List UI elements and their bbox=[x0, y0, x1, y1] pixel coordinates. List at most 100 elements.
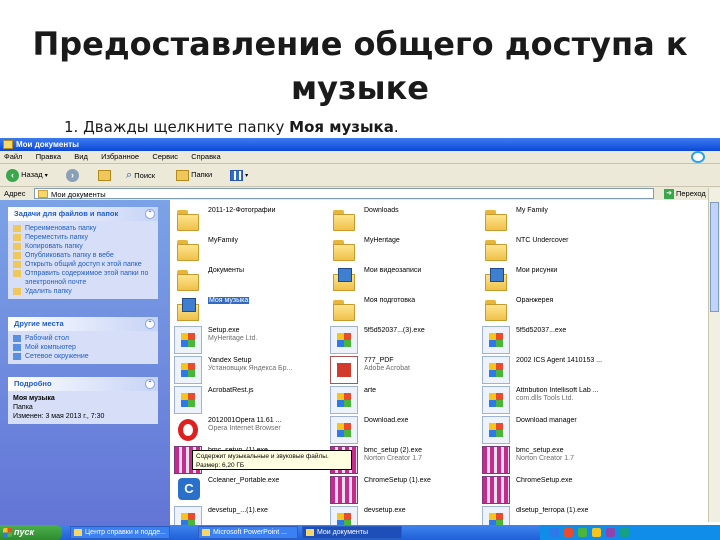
details-header[interactable]: Подробно ⌃ bbox=[8, 377, 158, 391]
file-item[interactable]: Мои рисунки bbox=[478, 264, 648, 296]
folder-up-icon bbox=[98, 169, 111, 181]
application-icon bbox=[174, 356, 202, 384]
file-item[interactable]: Ccleaner_Portable.exe bbox=[170, 474, 340, 506]
file-item[interactable]: Download.exe bbox=[326, 414, 496, 446]
file-name: Yandex Setup bbox=[208, 357, 252, 364]
file-item[interactable]: Мои видеозаписи bbox=[326, 264, 496, 296]
file-item[interactable]: MyFamily bbox=[170, 234, 340, 266]
file-item[interactable]: Attribution Intellisoft Lab ... com.dlls … bbox=[478, 384, 648, 416]
file-name: ChromeSetup.exe bbox=[516, 477, 573, 484]
menu-edit[interactable]: Правка bbox=[36, 152, 61, 161]
tray-volume-icon[interactable] bbox=[592, 528, 601, 537]
vertical-scrollbar[interactable] bbox=[708, 188, 720, 522]
folder-icon bbox=[38, 190, 48, 198]
go-label: Переход bbox=[676, 189, 706, 198]
ccleaner-icon bbox=[174, 476, 202, 504]
back-button[interactable]: ‹ Назад ▾ bbox=[6, 167, 48, 183]
file-task-link[interactable]: Копировать папку bbox=[13, 242, 153, 251]
slide-title-line2: музыке bbox=[291, 69, 429, 107]
file-item[interactable]: 5f5d52037...exe bbox=[478, 324, 648, 356]
folder-icon bbox=[3, 140, 13, 149]
file-item[interactable]: Оранжерея bbox=[478, 294, 648, 326]
search-button[interactable]: ⌕ Поиск bbox=[126, 167, 155, 183]
file-item[interactable]: 2012001Opera 11.61 ... Opera Internet Bro… bbox=[170, 414, 340, 446]
file-item[interactable]: 2011-12-Фотографии bbox=[170, 204, 340, 236]
window-title: Мои документы bbox=[16, 140, 79, 149]
file-task-label: Удалить папку bbox=[25, 288, 72, 295]
go-arrow-icon: ➜ bbox=[664, 189, 674, 200]
file-label: ChromeSetup.exe bbox=[516, 477, 646, 485]
file-item[interactable]: ChromeSetup (1).exe bbox=[326, 474, 496, 506]
file-item[interactable]: 2002 ICS Agent 1410153 ... bbox=[478, 354, 648, 386]
file-task-link[interactable]: Открыть общий доступ к этой папке bbox=[13, 260, 153, 269]
other-places-header[interactable]: Другие места ⌃ bbox=[8, 317, 158, 331]
tray-app-icon[interactable] bbox=[620, 528, 629, 537]
application-icon bbox=[482, 416, 510, 444]
other-place-link[interactable]: Сетевое окружение bbox=[13, 352, 153, 361]
views-button[interactable]: ▾ bbox=[230, 167, 248, 183]
file-item[interactable]: 777_PDF Adobe Acrobat bbox=[326, 354, 496, 386]
file-tasks-header[interactable]: Задачи для файлов и папок ⌃ bbox=[8, 207, 158, 221]
tray-network-icon[interactable] bbox=[550, 528, 559, 537]
file-label: Мои видеозаписи bbox=[364, 267, 494, 275]
collapse-chevron-icon[interactable]: ⌃ bbox=[145, 379, 155, 389]
collapse-chevron-icon[interactable]: ⌃ bbox=[145, 319, 155, 329]
file-item[interactable]: Моя подготовка bbox=[326, 294, 496, 326]
address-input[interactable]: Мои документы bbox=[34, 188, 654, 199]
forward-button[interactable]: › bbox=[66, 167, 79, 183]
file-item[interactable]: Моя музыка bbox=[170, 294, 340, 326]
file-item[interactable]: Yandex Setup Установщик Яндекса Бр... bbox=[170, 354, 340, 386]
application-icon bbox=[330, 326, 358, 354]
task-icon bbox=[13, 225, 21, 232]
file-item[interactable]: AcrobatRest.js bbox=[170, 384, 340, 416]
menu-file[interactable]: Файл bbox=[4, 152, 22, 161]
taskbar-item-explorer[interactable]: Мои документы bbox=[302, 526, 402, 539]
file-item[interactable]: Документы bbox=[170, 264, 340, 296]
file-item[interactable]: bmc_setup.exe Norton Creator 1.7 bbox=[478, 444, 648, 476]
file-item[interactable]: Setup.exe MyHeritage Ltd. bbox=[170, 324, 340, 356]
toolbar: ‹ Назад ▾ › ⌕ Поиск Папки ▾ bbox=[0, 164, 720, 187]
file-item[interactable]: Downloads bbox=[326, 204, 496, 236]
file-item[interactable]: MyHeritage bbox=[326, 234, 496, 266]
menu-view[interactable]: Вид bbox=[74, 152, 88, 161]
file-task-link[interactable]: Отправить содержимое этой папки по элект… bbox=[13, 269, 153, 287]
file-task-link[interactable]: Переименовать папку bbox=[13, 224, 153, 233]
file-item[interactable]: 5f5d52037...(3).exe bbox=[326, 324, 496, 356]
file-task-link[interactable]: Опубликовать папку в вебе bbox=[13, 251, 153, 260]
file-item[interactable]: ChromeSetup.exe bbox=[478, 474, 648, 506]
details-body: Моя музыка Папка Изменен: 3 мая 2013 г.,… bbox=[8, 391, 158, 424]
menu-favorites[interactable]: Избранное bbox=[101, 152, 139, 161]
scrollbar-thumb[interactable] bbox=[710, 202, 719, 312]
taskbar-item-help[interactable]: Центр справки и подде... bbox=[70, 526, 170, 539]
taskbar: пуск Центр справки и подде... Microsoft … bbox=[0, 525, 720, 540]
file-item[interactable]: My Family bbox=[478, 204, 648, 236]
menu-help[interactable]: Справка bbox=[191, 152, 220, 161]
file-name: Моя подготовка bbox=[364, 297, 416, 304]
file-task-link[interactable]: Переместить папку bbox=[13, 233, 153, 242]
file-task-link[interactable]: Удалить папку bbox=[13, 287, 153, 296]
window-titlebar[interactable]: Мои документы bbox=[0, 138, 720, 151]
installer-icon bbox=[482, 446, 510, 474]
other-place-link[interactable]: Мой компьютер bbox=[13, 343, 153, 352]
task-icon bbox=[13, 270, 21, 277]
tray-update-icon[interactable] bbox=[578, 528, 587, 537]
up-button[interactable] bbox=[98, 167, 111, 183]
tray-antivirus-icon[interactable] bbox=[564, 528, 573, 537]
details-title: Подробно bbox=[14, 379, 52, 388]
file-name: AcrobatRest.js bbox=[208, 387, 254, 394]
taskbar-item-powerpoint[interactable]: Microsoft PowerPoint ... bbox=[198, 526, 298, 539]
task-icon bbox=[13, 234, 21, 241]
menu-tools[interactable]: Сервис bbox=[152, 152, 178, 161]
folders-button[interactable]: Папки bbox=[176, 167, 212, 183]
go-button[interactable]: ➜ Переход bbox=[664, 188, 706, 200]
file-item[interactable]: Download manager bbox=[478, 414, 648, 446]
other-places-panel: Другие места ⌃ Рабочий стол Мой компьютер… bbox=[8, 317, 158, 364]
start-button[interactable]: пуск bbox=[0, 525, 62, 540]
other-place-link[interactable]: Рабочий стол bbox=[13, 334, 153, 343]
media-folder-icon bbox=[482, 266, 510, 294]
collapse-chevron-icon[interactable]: ⌃ bbox=[145, 209, 155, 219]
folder-icon bbox=[330, 236, 358, 264]
file-item[interactable]: arte bbox=[326, 384, 496, 416]
file-item[interactable]: NTC Undercover bbox=[478, 234, 648, 266]
tray-app-icon[interactable] bbox=[606, 528, 615, 537]
